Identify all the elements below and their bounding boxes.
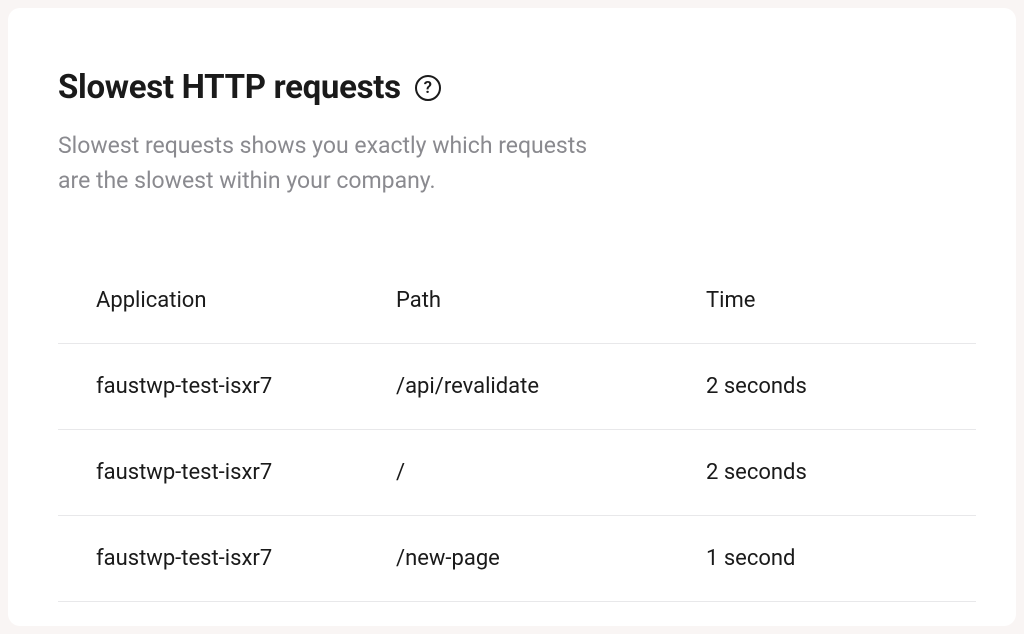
cell-time: 2 seconds xyxy=(706,460,938,485)
requests-table: Application Path Time faustwp-test-isxr7… xyxy=(58,258,976,602)
slowest-requests-card: Slowest HTTP requests ? Slowest requests… xyxy=(8,8,1016,626)
cell-path: /api/revalidate xyxy=(396,374,706,399)
cell-application: faustwp-test-isxr7 xyxy=(96,460,396,485)
table-row: faustwp-test-isxr7 /api/revalidate 2 sec… xyxy=(58,344,976,430)
column-header-application: Application xyxy=(96,288,396,313)
card-subtitle: Slowest requests shows you exactly which… xyxy=(58,129,618,198)
column-header-time: Time xyxy=(706,288,938,313)
table-row: faustwp-test-isxr7 / 2 seconds xyxy=(58,430,976,516)
table-row: faustwp-test-isxr7 /new-page 1 second xyxy=(58,516,976,602)
card-title: Slowest HTTP requests xyxy=(58,68,401,107)
cell-application: faustwp-test-isxr7 xyxy=(96,546,396,571)
cell-path: / xyxy=(396,460,706,485)
cell-time: 1 second xyxy=(706,546,938,571)
card-header: Slowest HTTP requests ? xyxy=(58,68,976,107)
help-icon[interactable]: ? xyxy=(415,75,441,101)
cell-time: 2 seconds xyxy=(706,374,938,399)
cell-application: faustwp-test-isxr7 xyxy=(96,374,396,399)
table-header-row: Application Path Time xyxy=(58,258,976,344)
cell-path: /new-page xyxy=(396,546,706,571)
column-header-path: Path xyxy=(396,288,706,313)
